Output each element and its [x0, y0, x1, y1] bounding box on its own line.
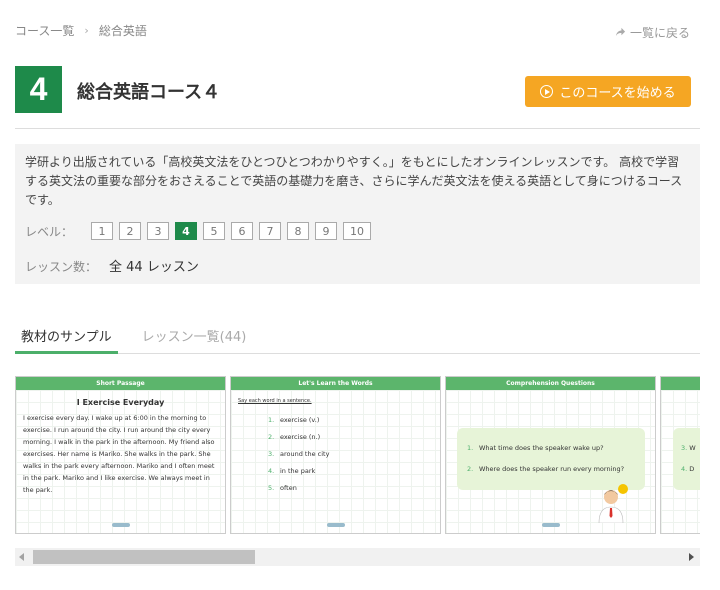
- page-title: 総合英語コース４: [77, 82, 221, 103]
- slide-logo: [111, 523, 130, 527]
- slide-header: Comprehension Questions: [446, 377, 655, 390]
- question-item: 4. D: [681, 465, 695, 473]
- level-button-10[interactable]: 10: [343, 222, 371, 240]
- horizontal-scrollbar[interactable]: [15, 548, 700, 566]
- level-button-9[interactable]: 9: [315, 222, 337, 240]
- slide-body: 1. What time does the speaker wake up? 2.…: [446, 390, 655, 533]
- list-item: 4. in the park: [268, 467, 316, 475]
- back-to-list-link[interactable]: 一覧に戻る: [615, 24, 690, 41]
- slide-header: [661, 377, 700, 390]
- slide-logo: [326, 523, 345, 527]
- level-button-2[interactable]: 2: [119, 222, 141, 240]
- scroll-left-arrow-icon[interactable]: [19, 553, 24, 561]
- person-thinking-icon: [598, 484, 628, 523]
- level-button-3[interactable]: 3: [147, 222, 169, 240]
- start-course-label: このコースを始める: [559, 86, 676, 101]
- slide-header: Short Passage: [16, 377, 225, 390]
- level-button-4[interactable]: 4: [175, 222, 197, 240]
- sample-slides-carousel: Short Passage I Exercise Everyday I exer…: [15, 376, 700, 534]
- question-item: 1. What time does the speaker wake up?: [467, 444, 604, 452]
- passage-text: I exercise every day. I wake up at 6:00 …: [23, 414, 215, 494]
- question-box: 3. W 4. D: [673, 428, 700, 490]
- course-description: 学研より出版されている「高校英文法をひとつひとつわかりやすく。」をもとにしたオン…: [25, 155, 683, 207]
- slide-learn-words[interactable]: Let's Learn the Words Say each word in a…: [230, 376, 441, 534]
- word-list: 1. exercise (v.) 2. exercise (n.) 3. around…: [238, 412, 433, 497]
- question-box: 1. What time does the speaker wake up? 2.…: [457, 428, 645, 490]
- list-item: 2. exercise (n.): [268, 433, 321, 441]
- passage-title: I Exercise Everyday: [76, 398, 165, 407]
- breadcrumb-item-course-list[interactable]: コース一覧: [15, 22, 74, 39]
- start-course-button[interactable]: このコースを始める: [525, 76, 691, 107]
- question-item: 3. W: [681, 444, 696, 452]
- tab-lesson-list[interactable]: レッスン一覧(44): [136, 326, 253, 354]
- divider: [15, 128, 700, 129]
- slide-comprehension[interactable]: Comprehension Questions 1. What time does…: [445, 376, 656, 534]
- course-info-box: 学研より出版されている「高校英文法をひとつひとつわかりやすく。」をもとにしたオン…: [15, 144, 700, 284]
- slide-partial[interactable]: 3. W 4. D: [660, 376, 700, 534]
- scroll-right-arrow-icon[interactable]: [689, 553, 694, 561]
- level-button-5[interactable]: 5: [203, 222, 225, 240]
- slide-logo: [541, 523, 560, 527]
- scrollbar-thumb[interactable]: [33, 550, 255, 564]
- slide-short-passage[interactable]: Short Passage I Exercise Everyday I exer…: [15, 376, 226, 534]
- breadcrumb-separator: ›: [84, 24, 89, 37]
- level-button-7[interactable]: 7: [259, 222, 281, 240]
- slide-body: 3. W 4. D: [661, 390, 700, 533]
- slide-instruction: Say each word in a sentence.: [238, 398, 312, 404]
- play-circle-icon: [540, 85, 554, 98]
- lesson-count: レッスン数： 全 44 レッスン: [25, 256, 199, 275]
- level-button-8[interactable]: 8: [287, 222, 309, 240]
- slide-header: Let's Learn the Words: [231, 377, 440, 390]
- question-item: 2. Where does the speaker run every morni…: [467, 465, 625, 473]
- share-arrow-icon: [615, 27, 626, 37]
- level-label: レベル：: [25, 224, 74, 239]
- lesson-count-value: 全 44 レッスン: [109, 260, 199, 275]
- list-item: 5. often: [268, 484, 297, 492]
- list-item: 3. around the city: [268, 450, 330, 458]
- breadcrumb-item-general-english[interactable]: 総合英語: [99, 22, 147, 39]
- breadcrumb: コース一覧 › 総合英語: [15, 22, 147, 39]
- back-to-list-label: 一覧に戻る: [629, 26, 690, 40]
- level-selector: レベル： 1 2 3 4 5 6 7 8 9 10: [25, 222, 377, 240]
- list-item: 1. exercise (v.): [268, 416, 320, 424]
- tab-material-sample[interactable]: 教材のサンプル: [15, 326, 118, 354]
- level-button-6[interactable]: 6: [231, 222, 253, 240]
- tab-bar: 教材のサンプル レッスン一覧(44): [15, 326, 700, 354]
- course-level-badge: 4: [15, 66, 62, 113]
- slide-body: I Exercise Everyday I exercise every day…: [16, 390, 225, 533]
- level-button-1[interactable]: 1: [91, 222, 113, 240]
- slide-body: Say each word in a sentence. 1. exercise …: [231, 390, 440, 533]
- lesson-count-label: レッスン数：: [25, 260, 98, 274]
